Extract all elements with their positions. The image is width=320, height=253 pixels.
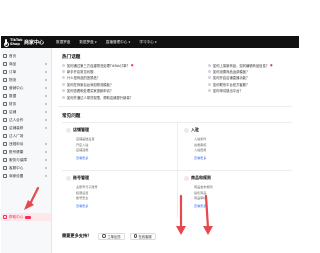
arrowhead-icon [203, 226, 213, 235]
annotation-arrows [24, 186, 213, 235]
arrowhead-icon [176, 226, 186, 235]
app-frame: TikTok Shop 商家中心 数据罗盘 数据罗盘 ▼ 直播管理中心 ▼ 学习中心… [0, 0, 300, 253]
annotation-arrow-chat [204, 194, 210, 230]
arrowhead-icon [24, 200, 34, 210]
